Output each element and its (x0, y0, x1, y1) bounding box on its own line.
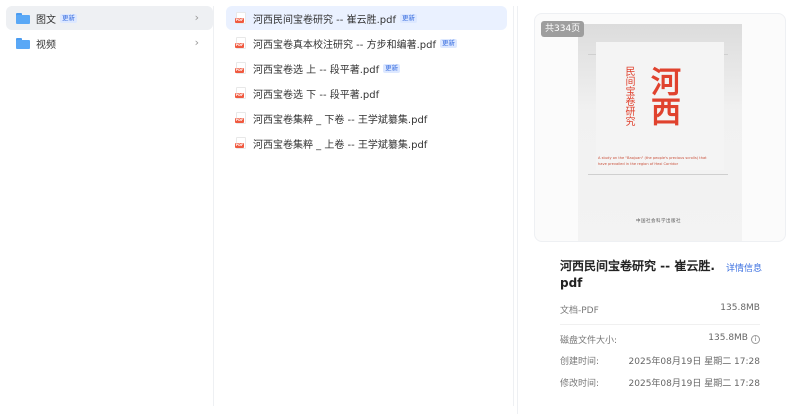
update-badge: 更新 (60, 13, 77, 23)
cover-subtitle: 民间宝卷研究 (623, 66, 634, 126)
modified-time-row: 修改时间: 2025年08月19日 星期二 17:28 (560, 376, 760, 389)
file-name: 河西宝卷选 上 -- 段平著.pdf (253, 64, 380, 76)
file-item[interactable]: PDF 河西宝卷选 下 -- 段平著.pdf (226, 81, 507, 105)
preview-card[interactable]: 民间宝卷研究 河西 A study on the "Baojuan" (the … (534, 13, 786, 242)
folder-item-tuwen[interactable]: 图文 更新 › (6, 6, 213, 30)
pdf-file-icon: PDF (235, 37, 246, 49)
folder-label: 视频 (36, 39, 56, 51)
created-time-label: 创建时间: (560, 357, 600, 367)
cover-title: 河西 (645, 66, 680, 126)
chevron-right-icon: › (194, 11, 199, 24)
file-name: 河西民间宝卷研究 -- 崔云胜.pdf (253, 14, 396, 26)
file-item[interactable]: PDF 河西宝卷集粹 _ 上卷 -- 王学斌纂集.pdf (226, 131, 507, 155)
file-item[interactable]: PDF 河西民间宝卷研究 -- 崔云胜.pdf 更新 (226, 6, 507, 30)
detail-info-link[interactable]: 详情信息 (726, 261, 762, 274)
file-name: 河西宝卷选 下 -- 段平著.pdf (253, 89, 380, 101)
file-item[interactable]: PDF 河西宝卷集粹 _ 下卷 -- 王学斌纂集.pdf (226, 106, 507, 130)
modified-time-value: 2025年08月19日 星期二 17:28 (628, 379, 760, 389)
pdf-file-icon: PDF (235, 87, 246, 99)
chevron-right-icon: › (194, 36, 199, 49)
file-type-label: 文档-PDF (560, 306, 599, 316)
disk-size-value: 135.8MB (708, 333, 748, 343)
page-count-badge: 共334页 (541, 21, 585, 37)
pdf-file-icon: PDF (235, 137, 246, 149)
file-item[interactable]: PDF 河西宝卷真本校注研究 -- 方步和编著.pdf 更新 (226, 31, 507, 55)
disk-size-label: 磁盘文件大小: (560, 336, 618, 346)
folder-icon (16, 37, 30, 49)
cover-publisher: 中国社会科学出版社 (636, 219, 681, 224)
file-type-row: 文档-PDF 135.8MB (560, 303, 760, 316)
cover-english-text: A study on the "Baojuan" (the people's p… (598, 156, 707, 166)
file-title: 河西民间宝卷研究 -- 崔云胜.pdf (560, 259, 715, 290)
update-badge: 更新 (439, 38, 457, 48)
created-time-value: 2025年08月19日 星期二 17:28 (628, 357, 760, 367)
file-item[interactable]: PDF 河西宝卷选 上 -- 段平著.pdf 更新 (226, 56, 507, 80)
folder-item-shipin[interactable]: 视频 › (6, 31, 213, 55)
folder-icon (16, 12, 30, 24)
file-list-panel: PDF 河西民间宝卷研究 -- 崔云胜.pdf 更新 PDF 河西宝卷真本校注研… (218, 6, 514, 406)
pdf-file-icon: PDF (235, 62, 246, 74)
book-cover-image: 民间宝卷研究 河西 A study on the "Baojuan" (the … (578, 24, 742, 241)
created-time-row: 创建时间: 2025年08月19日 星期二 17:28 (560, 354, 760, 367)
modified-time-label: 修改时间: (560, 379, 600, 389)
pdf-file-icon: PDF (235, 12, 246, 24)
detail-panel: 民间宝卷研究 河西 A study on the "Baojuan" (the … (517, 6, 800, 414)
folder-label: 图文 (36, 14, 56, 26)
file-name: 河西宝卷真本校注研究 -- 方步和编著.pdf (253, 39, 436, 51)
update-badge: 更新 (383, 63, 401, 73)
pdf-file-icon: PDF (235, 112, 246, 124)
update-badge: 更新 (399, 13, 417, 23)
file-name: 河西宝卷集粹 _ 下卷 -- 王学斌纂集.pdf (253, 114, 428, 126)
divider (560, 324, 760, 325)
folder-panel: 图文 更新 › 视频 › (6, 6, 214, 406)
file-type-size: 135.8MB (720, 303, 760, 313)
disk-size-row: 磁盘文件大小: 135.8MB i (560, 333, 760, 346)
info-circle-icon[interactable]: i (751, 335, 760, 344)
file-name: 河西宝卷集粹 _ 上卷 -- 王学斌纂集.pdf (253, 139, 428, 151)
